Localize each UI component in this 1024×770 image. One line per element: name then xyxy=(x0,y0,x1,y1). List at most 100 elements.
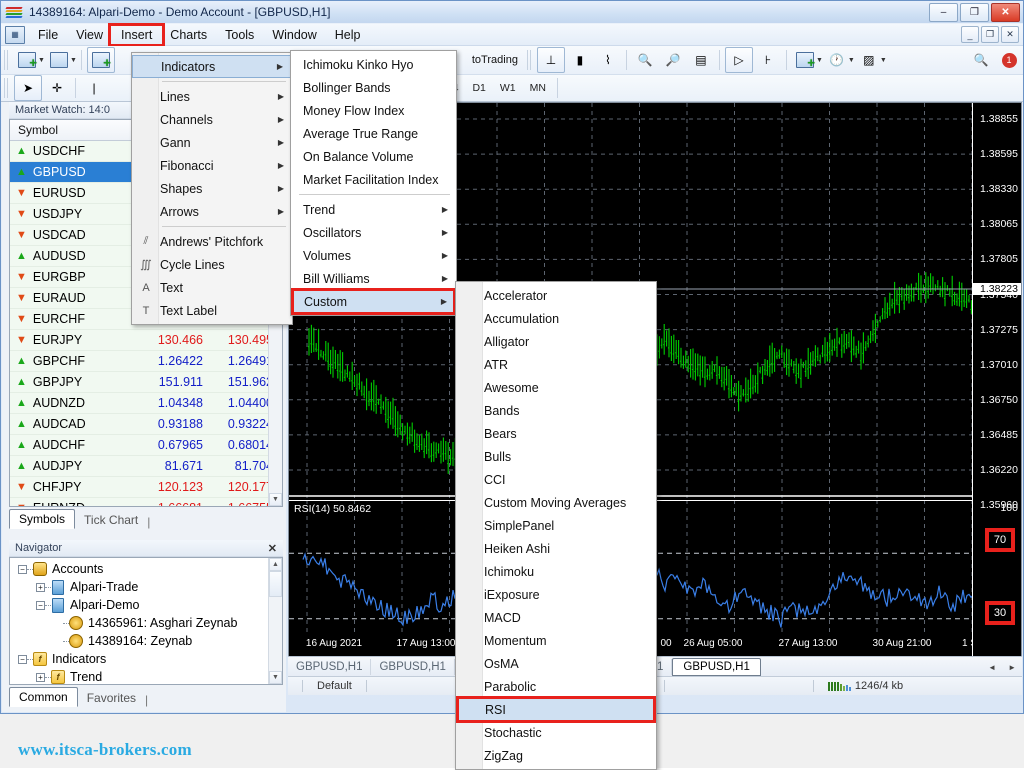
menu-item-momentum[interactable]: Momentum xyxy=(456,629,656,652)
navigator-close-icon[interactable]: ✕ xyxy=(268,542,277,555)
timeframe-mn[interactable]: MN xyxy=(523,79,553,97)
chart-tab-active[interactable]: GBPUSD,H1 xyxy=(672,658,761,676)
market-watch-row[interactable]: ▲ AUDNZD 1.04348 1.04400 xyxy=(10,393,282,414)
tree-expander-icon[interactable]: − xyxy=(36,600,45,610)
alerts-badge-icon[interactable]: 1 xyxy=(996,48,1022,72)
mdi-close-button[interactable]: ✕ xyxy=(1001,26,1019,43)
menu-item-bears[interactable]: Bears xyxy=(456,422,656,445)
mdi-minimize-button[interactable]: _ xyxy=(961,26,979,43)
chart-tab-scroll-right-icon[interactable]: ► xyxy=(1002,663,1022,672)
menu-charts[interactable]: Charts xyxy=(161,26,216,44)
menu-item-bulls[interactable]: Bulls xyxy=(456,445,656,468)
zoom-out-icon[interactable]: 🔎 xyxy=(660,48,686,72)
market-watch-row[interactable]: ▼EURNZD1.666811.66755 xyxy=(10,498,282,506)
templates-icon[interactable]: ▨ xyxy=(856,48,882,72)
tree-expander-icon[interactable]: + xyxy=(36,582,45,592)
menu-item-shapes[interactable]: Shapes ▶ xyxy=(132,177,292,200)
tab-tick-chart[interactable]: Tick Chart xyxy=(75,511,147,529)
menu-item-bill-williams[interactable]: Bill Williams ▶ xyxy=(291,267,456,290)
tab-favorites[interactable]: Favorites xyxy=(78,689,145,707)
menu-item-text[interactable]: A Text xyxy=(132,276,292,299)
crosshair-icon[interactable]: ✛ xyxy=(44,76,70,100)
column-symbol[interactable]: Symbol xyxy=(10,123,140,137)
menu-file[interactable]: File xyxy=(29,26,67,44)
menu-item-market-facilitation-index[interactable]: Market Facilitation Index xyxy=(291,168,456,191)
navigator-item[interactable]: − Accounts xyxy=(10,560,282,578)
market-watch-row[interactable]: ▲ GBPJPY 151.911 151.962 xyxy=(10,372,282,393)
indicators-submenu[interactable]: Ichimoku Kinko Hyo Bollinger Bands Money F… xyxy=(290,50,457,316)
menu-item-rsi[interactable]: RSI xyxy=(456,696,656,723)
menu-item-parabolic[interactable]: Parabolic xyxy=(456,675,656,698)
menu-item-ichimoku[interactable]: Ichimoku xyxy=(456,560,656,583)
market-watch-row[interactable]: ▲ GBPCHF 1.26422 1.26491 xyxy=(10,351,282,372)
chart-tab[interactable]: GBPUSD,H1 xyxy=(371,659,455,675)
indicators-icon[interactable]: + xyxy=(792,48,818,72)
bar-chart-icon[interactable]: ⊥ xyxy=(536,47,565,73)
menu-view[interactable]: View xyxy=(67,26,112,44)
timeframe-w1[interactable]: W1 xyxy=(493,79,523,97)
maximize-button[interactable]: ❐ xyxy=(960,3,989,22)
menu-item-lines[interactable]: Lines ▶ xyxy=(132,85,292,108)
toolbar-grip-2[interactable] xyxy=(526,50,533,70)
chart-tab[interactable]: GBPUSD,H1 xyxy=(288,659,372,675)
line-chart-icon[interactable]: ⌇ xyxy=(595,48,621,72)
candlestick-chart-icon[interactable]: ▮ xyxy=(567,48,593,72)
status-profile[interactable]: Default xyxy=(317,680,352,692)
nav-scroll-down-icon[interactable]: ▼ xyxy=(269,671,282,684)
menu-item-custom[interactable]: Custom ▶ xyxy=(291,288,456,315)
menu-insert[interactable]: Insert xyxy=(108,22,166,47)
close-button[interactable]: ✕ xyxy=(991,3,1020,22)
new-order-button[interactable]: + xyxy=(14,48,40,72)
auto-scroll-icon[interactable]: ▷ xyxy=(724,47,753,73)
zoom-in-icon[interactable]: 🔍 xyxy=(632,48,658,72)
nav-scroll-up-icon[interactable]: ▲ xyxy=(269,558,282,571)
menu-tools[interactable]: Tools xyxy=(216,26,263,44)
market-watch-row[interactable]: ▲ AUDJPY 81.671 81.704 xyxy=(10,456,282,477)
vertical-line-icon[interactable]: | xyxy=(81,76,107,100)
tree-expander-icon[interactable]: − xyxy=(18,654,27,664)
menu-item-on-balance-volume[interactable]: On Balance Volume xyxy=(291,145,456,168)
insert-dropdown-menu[interactable]: Indicators ▶ Lines ▶ Channels ▶ Gann ▶ Fibonacci… xyxy=(131,52,293,325)
search-icon[interactable]: 🔍 xyxy=(968,48,994,72)
menu-item-money-flow-index[interactable]: Money Flow Index xyxy=(291,99,456,122)
menu-item-ichimoku-kinko-hyo[interactable]: Ichimoku Kinko Hyo xyxy=(291,53,456,76)
menu-item-stochastic[interactable]: Stochastic xyxy=(456,721,656,744)
menu-item-bollinger-bands[interactable]: Bollinger Bands xyxy=(291,76,456,99)
menu-item-heiken-ashi[interactable]: Heiken Ashi xyxy=(456,537,656,560)
chart-tab-scroll-left-icon[interactable]: ◄ xyxy=(982,663,1002,672)
tab-common[interactable]: Common xyxy=(9,687,78,707)
menu-item-andrews-pitchfork[interactable]: ⫽ Andrews' Pitchfork xyxy=(132,230,292,253)
menu-item-cci[interactable]: CCI xyxy=(456,468,656,491)
menu-item-accelerator[interactable]: Accelerator xyxy=(456,284,656,307)
cursor-icon[interactable]: ➤ xyxy=(14,75,42,101)
scroll-down-icon[interactable]: ▼ xyxy=(269,493,282,506)
custom-indicators-submenu[interactable]: Accelerator Accumulation Alligator ATR Aweso… xyxy=(455,281,657,770)
navigator-item[interactable]: − Alpari-Demo xyxy=(10,596,282,614)
menu-item-alligator[interactable]: Alligator xyxy=(456,330,656,353)
menu-window[interactable]: Window xyxy=(263,26,325,44)
mdi-restore-button[interactable]: ❐ xyxy=(981,26,999,43)
minimize-button[interactable]: – xyxy=(929,3,958,22)
menu-item-volumes[interactable]: Volumes ▶ xyxy=(291,244,456,267)
menu-item-awesome[interactable]: Awesome xyxy=(456,376,656,399)
menu-item-zigzag[interactable]: ZigZag xyxy=(456,744,656,767)
menu-item-gann[interactable]: Gann ▶ xyxy=(132,131,292,154)
drawing-toolbar-grip[interactable] xyxy=(4,78,10,98)
menu-item-atr[interactable]: ATR xyxy=(456,353,656,376)
market-watch-button[interactable]: + xyxy=(86,47,115,73)
menu-item-macd[interactable]: MACD xyxy=(456,606,656,629)
autotrading-label[interactable]: toTrading xyxy=(466,54,524,66)
tree-expander-icon[interactable]: − xyxy=(18,564,27,574)
menu-item-osma[interactable]: OsMA xyxy=(456,652,656,675)
menu-item-fibonacci[interactable]: Fibonacci ▶ xyxy=(132,154,292,177)
tree-expander-icon[interactable]: + xyxy=(36,672,45,682)
menu-item-trend[interactable]: Trend ▶ xyxy=(291,198,456,221)
price-scale[interactable]: 1.388551.385951.383301.380651.378051.375… xyxy=(972,103,1021,671)
menu-item-channels[interactable]: Channels ▶ xyxy=(132,108,292,131)
menu-help[interactable]: Help xyxy=(326,26,370,44)
toolbar-grip[interactable] xyxy=(4,50,10,70)
market-watch-row[interactable]: ▲ AUDCHF 0.67965 0.68014 xyxy=(10,435,282,456)
menu-item-iexposure[interactable]: iExposure xyxy=(456,583,656,606)
navigator-item[interactable]: 14389164: Zeynab xyxy=(10,632,282,650)
tab-symbols[interactable]: Symbols xyxy=(9,509,76,529)
